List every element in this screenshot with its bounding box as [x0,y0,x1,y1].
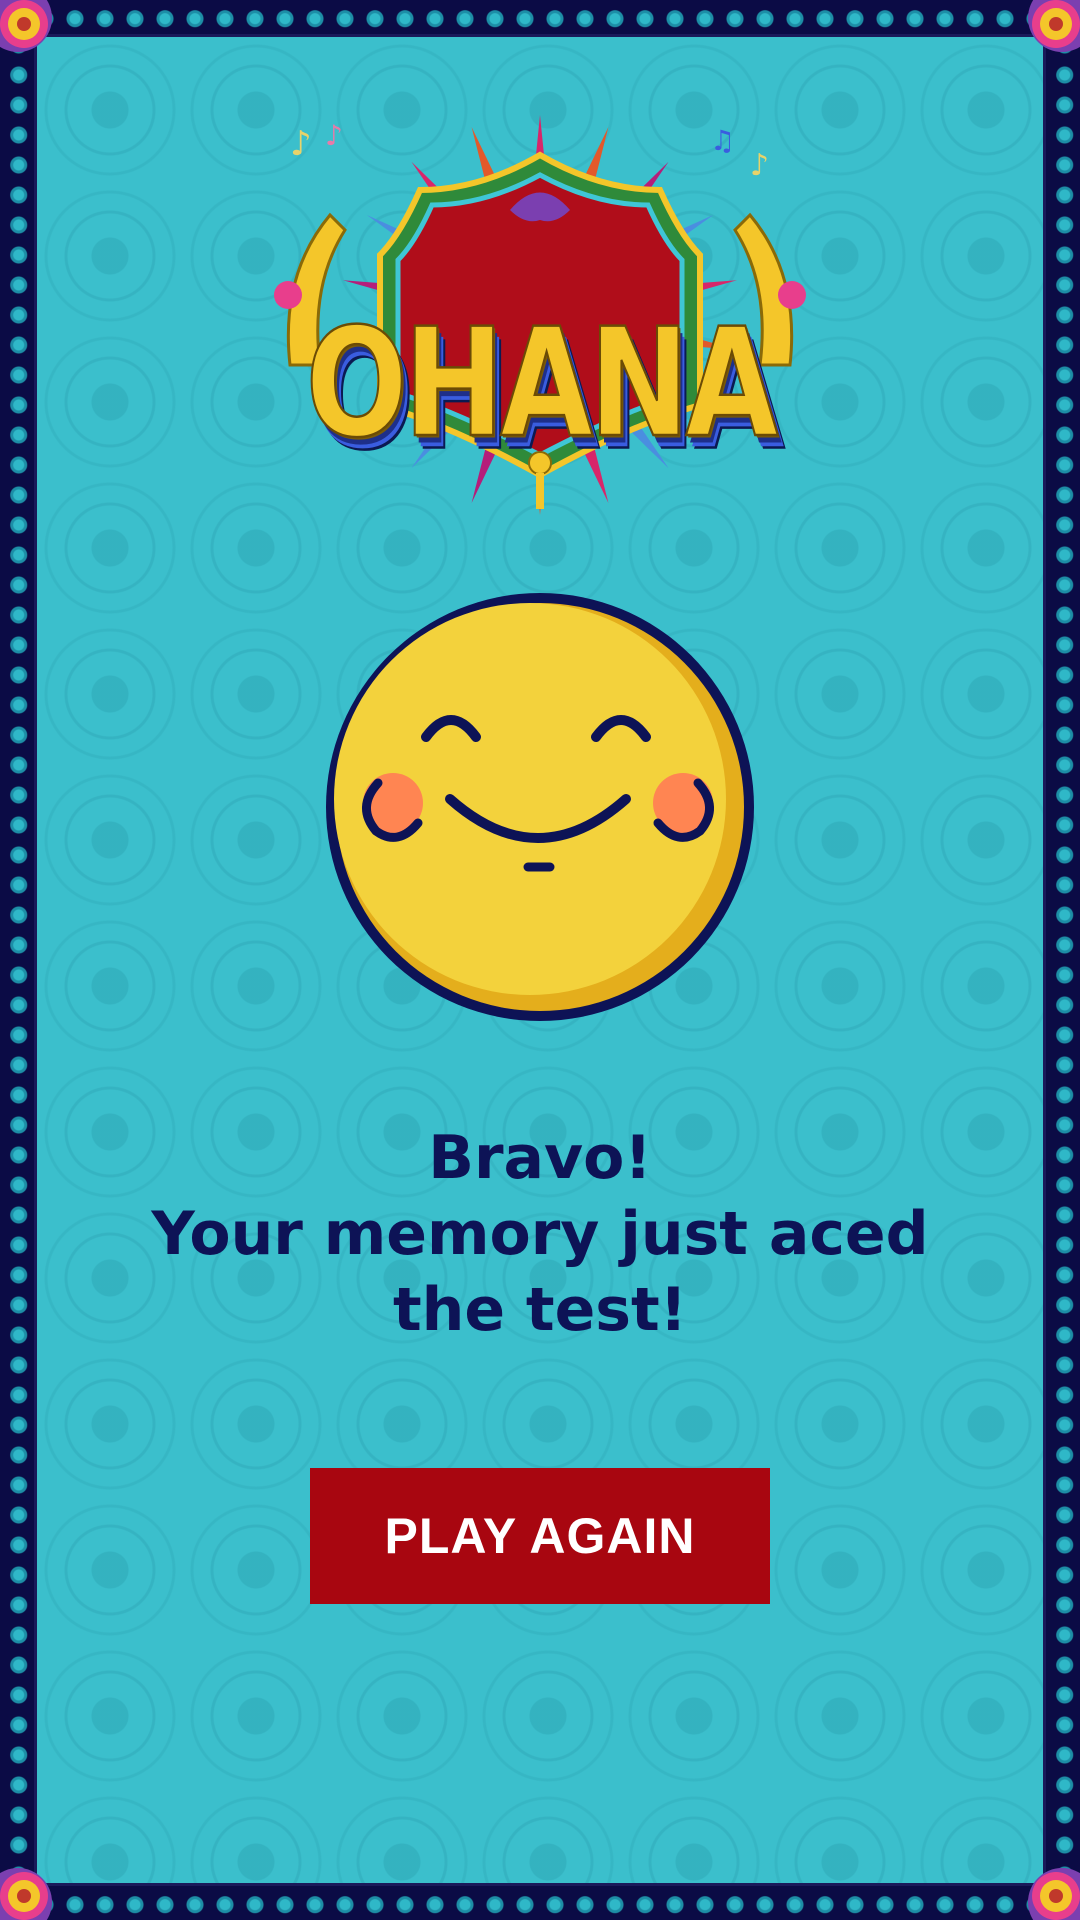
right-border [1046,0,1080,1920]
game-screen: ♪ ♪ ♫ ♪ OHANA Bravo! Your memory just ac… [0,0,1080,1920]
message-line-1: Bravo! [428,1123,652,1193]
svg-text:♪: ♪ [750,148,769,183]
message-line-3: the test! [392,1275,688,1345]
corner-flower-icon [1028,1868,1080,1920]
corner-flower-icon [0,0,52,52]
svg-text:♫: ♫ [710,124,735,157]
bottom-border [0,1886,1080,1920]
top-border [0,0,1080,34]
ohana-logo: ♪ ♪ ♫ ♪ OHANA [270,95,810,520]
logo-title: OHANA [305,297,780,472]
message-line-2: Your memory just aced [151,1199,929,1269]
svg-text:♪: ♪ [325,119,343,152]
svg-text:♪: ♪ [290,124,312,164]
success-message: Bravo! Your memory just aced the test! [34,1120,1046,1348]
corner-flower-icon [1028,0,1080,52]
corner-flower-icon [0,1868,52,1920]
happy-smiley-icon [326,593,754,1021]
left-border [0,0,34,1920]
play-again-button[interactable]: PLAY AGAIN [310,1468,770,1604]
